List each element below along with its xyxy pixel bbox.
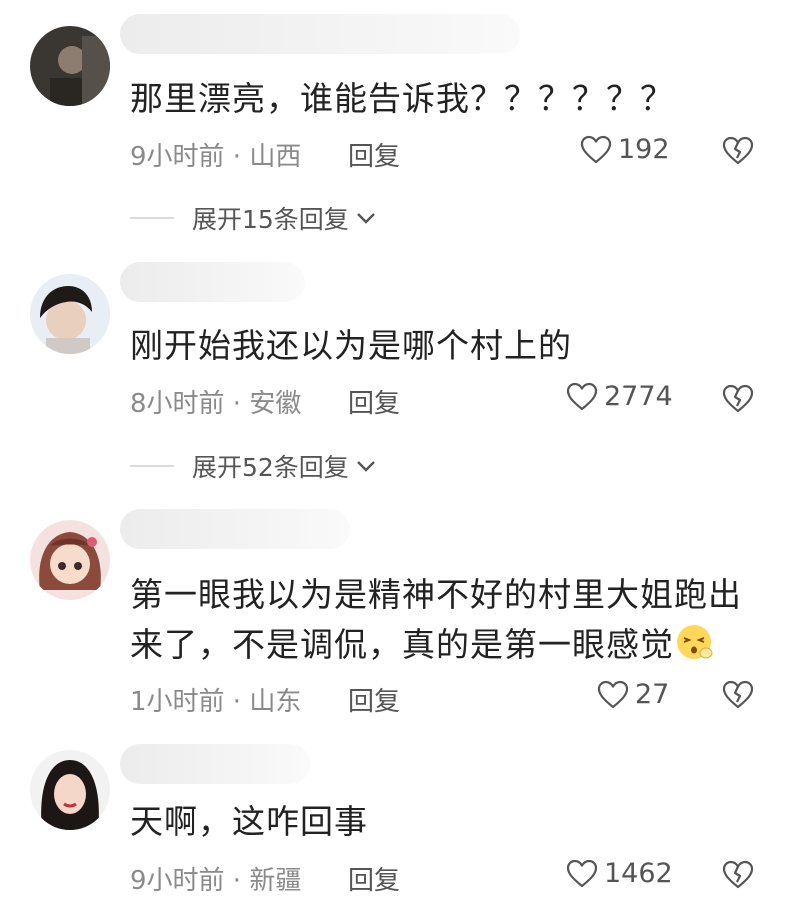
dislike-button[interactable] bbox=[722, 136, 754, 166]
dislike-button[interactable] bbox=[722, 680, 754, 710]
comment-item: 第一眼我以为是精神不好的村里大姐跑出 来了，不是调侃，真的是第一眼感觉 1小时前… bbox=[0, 500, 800, 740]
username-blurred bbox=[120, 14, 520, 54]
comment-item: 刚开始我还以为是哪个村上的 8小时前 · 安徽 回复 2774 展开52条回复 bbox=[0, 250, 800, 500]
like-button[interactable]: 192 bbox=[580, 134, 670, 165]
squint-face-emoji bbox=[677, 625, 713, 659]
broken-heart-icon bbox=[722, 680, 754, 709]
broken-heart-icon bbox=[722, 136, 754, 165]
heart-outline-icon bbox=[566, 382, 598, 410]
comment-meta: 1小时前 · 山东 bbox=[130, 687, 302, 717]
like-count: 2774 bbox=[604, 381, 673, 412]
reply-button[interactable]: 回复 bbox=[348, 383, 400, 420]
username-blurred bbox=[120, 509, 350, 549]
like-count: 1462 bbox=[604, 858, 673, 889]
avatar[interactable] bbox=[30, 520, 110, 600]
expand-label: 展开52条回复 bbox=[192, 453, 349, 482]
comment-meta: 8小时前 · 安徽 bbox=[130, 389, 302, 419]
chevron-down-icon bbox=[356, 213, 375, 224]
broken-heart-icon bbox=[722, 384, 754, 413]
comment-text-line-2: 来了，不是调侃，真的是第一眼感觉 bbox=[130, 618, 714, 672]
avatar[interactable] bbox=[30, 274, 110, 354]
username-blurred bbox=[120, 744, 310, 784]
heart-outline-icon bbox=[597, 680, 629, 708]
comment-meta: 9小时前 · 新疆 bbox=[130, 866, 302, 896]
expand-label: 展开15条回复 bbox=[192, 205, 349, 234]
divider-line bbox=[130, 465, 174, 467]
reply-button[interactable]: 回复 bbox=[348, 860, 400, 897]
avatar[interactable] bbox=[30, 26, 110, 106]
dislike-button[interactable] bbox=[722, 384, 754, 414]
like-button[interactable]: 27 bbox=[597, 679, 669, 710]
comment-item: 那里漂亮，谁能告诉我？？？？？？ 9小时前 · 山西 回复 192 展开15条回… bbox=[0, 0, 800, 250]
reply-button[interactable]: 回复 bbox=[348, 681, 400, 718]
comment-meta: 9小时前 · 山西 bbox=[130, 142, 302, 172]
comment-text: 那里漂亮，谁能告诉我？？？？？？ bbox=[130, 79, 674, 118]
expand-replies[interactable]: 展开52条回复 bbox=[130, 448, 377, 484]
like-button[interactable]: 1462 bbox=[566, 858, 673, 889]
like-count: 192 bbox=[618, 134, 670, 165]
like-count: 27 bbox=[635, 679, 670, 710]
username-blurred bbox=[120, 262, 305, 302]
comment-item: 天啊，这咋回事 9小时前 · 新疆 回复 1462 bbox=[0, 740, 800, 896]
dislike-button[interactable] bbox=[722, 860, 754, 890]
comment-text: 天啊，这咋回事 bbox=[130, 802, 368, 841]
broken-heart-icon bbox=[722, 860, 754, 889]
chevron-down-icon bbox=[356, 461, 375, 472]
heart-outline-icon bbox=[566, 859, 598, 887]
heart-outline-icon bbox=[580, 135, 612, 163]
comment-text-line-2-text: 来了，不是调侃，真的是第一眼感觉 bbox=[130, 625, 674, 664]
avatar[interactable] bbox=[30, 750, 110, 830]
divider-line bbox=[130, 217, 174, 219]
comment-text-line-1: 第一眼我以为是精神不好的村里大姐跑出 bbox=[130, 575, 742, 614]
like-button[interactable]: 2774 bbox=[566, 381, 673, 412]
reply-button[interactable]: 回复 bbox=[348, 136, 400, 173]
expand-replies[interactable]: 展开15条回复 bbox=[130, 200, 377, 236]
comment-text: 刚开始我还以为是哪个村上的 bbox=[130, 326, 572, 365]
